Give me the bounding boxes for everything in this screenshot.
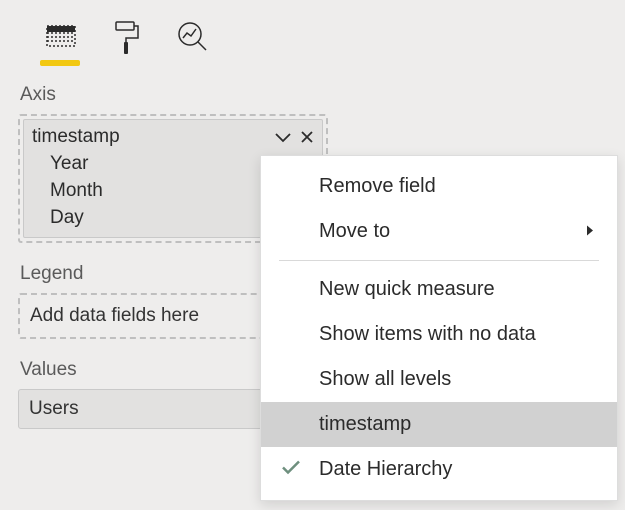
menu-item-show-all-levels[interactable]: Show all levels bbox=[261, 357, 617, 402]
axis-field-name: timestamp bbox=[32, 126, 120, 148]
menu-item-date-hierarchy-label: Date Hierarchy bbox=[319, 458, 452, 481]
field-context-menu: Remove field Move to New quick measure S… bbox=[260, 155, 618, 501]
menu-item-move-to-label: Move to bbox=[319, 220, 390, 243]
section-axis-label: Axis bbox=[18, 78, 607, 114]
menu-item-timestamp[interactable]: timestamp bbox=[261, 402, 617, 447]
fields-table-icon bbox=[44, 23, 78, 51]
menu-item-remove-field[interactable]: Remove field bbox=[261, 164, 617, 209]
magnifier-chart-icon bbox=[176, 20, 210, 54]
tab-format[interactable] bbox=[108, 18, 146, 56]
tab-fields[interactable] bbox=[42, 18, 80, 56]
tab-analytics[interactable] bbox=[174, 18, 212, 56]
menu-separator bbox=[279, 260, 599, 261]
close-icon[interactable] bbox=[300, 130, 314, 144]
menu-item-date-hierarchy[interactable]: Date Hierarchy bbox=[261, 447, 617, 492]
menu-item-new-quick-measure[interactable]: New quick measure bbox=[261, 267, 617, 312]
submenu-arrow-icon bbox=[585, 220, 595, 243]
paint-roller-icon bbox=[114, 20, 140, 54]
menu-item-show-items-no-data[interactable]: Show items with no data bbox=[261, 312, 617, 357]
menu-item-move-to[interactable]: Move to bbox=[261, 209, 617, 254]
check-icon bbox=[281, 458, 301, 481]
chevron-down-icon[interactable] bbox=[274, 131, 292, 143]
